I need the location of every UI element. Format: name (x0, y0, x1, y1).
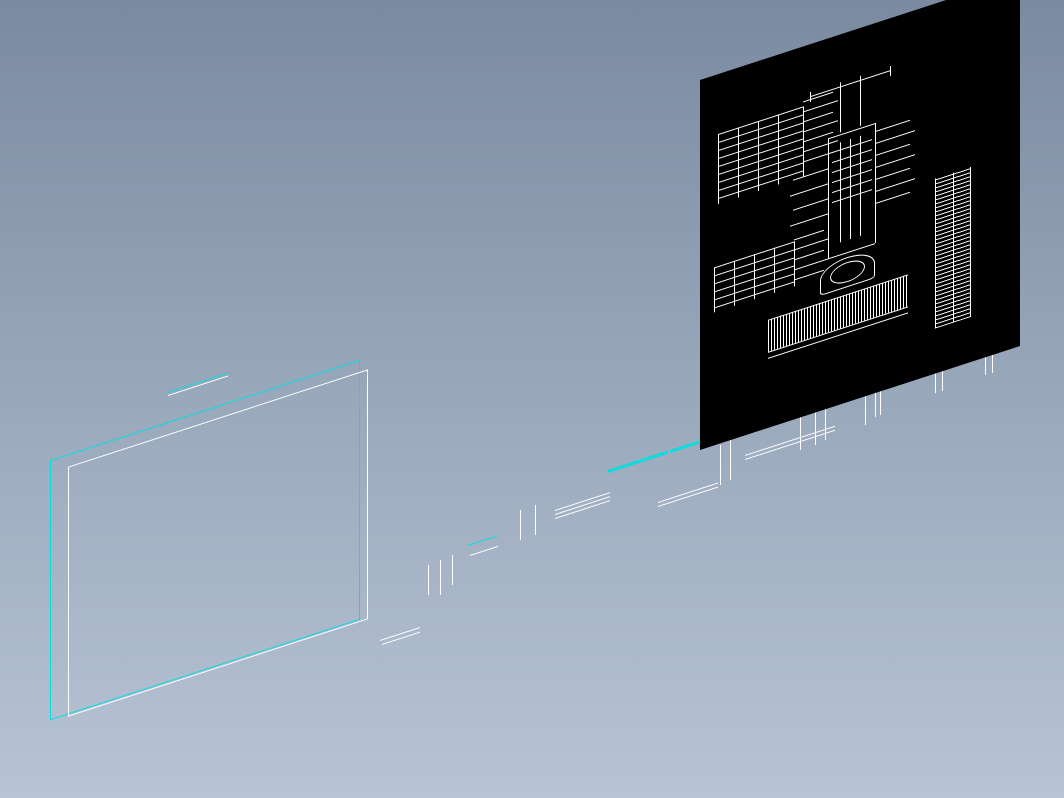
title-block-grid (700, 0, 1020, 80)
drawing-frame-white (68, 369, 368, 716)
frame-edge-white (168, 376, 228, 396)
tick-line (658, 487, 718, 507)
tick-cyan-thick (608, 451, 668, 473)
tick-v (520, 510, 521, 540)
tick-line (555, 500, 610, 519)
tick-line (745, 430, 835, 460)
tick-v (535, 505, 536, 535)
tick-v (720, 445, 721, 485)
right-table-strip (700, 0, 1020, 80)
cad-3d-viewport[interactable] (0, 0, 1064, 798)
tick-cyan (468, 535, 498, 546)
tick-line (658, 483, 718, 503)
secondary-grid (700, 0, 1020, 80)
tick-v (440, 560, 441, 595)
tick-v (730, 440, 731, 480)
tick-line (555, 496, 610, 515)
blueprint-panel (700, 0, 1020, 450)
tick-v (452, 555, 453, 585)
frame-edge-cyan (168, 373, 228, 393)
tick-v (428, 565, 429, 595)
tick-line (470, 546, 498, 556)
main-view-wireframe (700, 0, 1020, 80)
